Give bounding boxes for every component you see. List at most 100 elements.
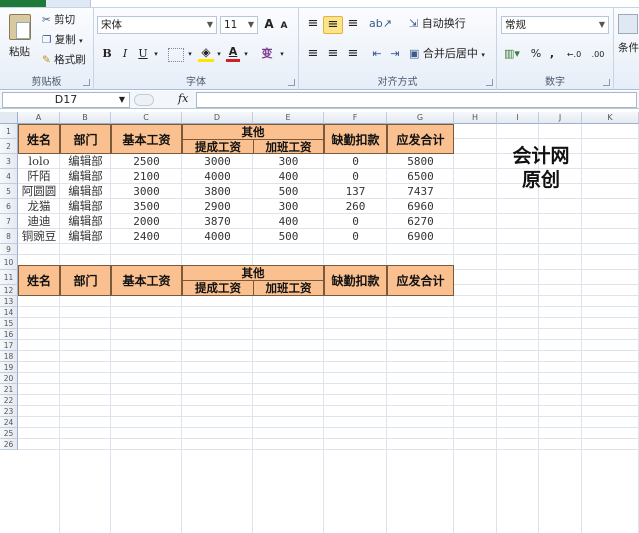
column-header-j[interactable]: J: [539, 112, 582, 124]
table-cell[interactable]: 0: [324, 214, 387, 229]
table-cell[interactable]: 500: [253, 229, 324, 244]
header-deduction[interactable]: 缺勤扣款: [324, 124, 387, 154]
row-header-26[interactable]: 26: [0, 439, 18, 450]
percent-button[interactable]: %: [529, 46, 543, 64]
table-cell[interactable]: 137: [324, 184, 387, 199]
chevron-down-icon[interactable]: ▾: [152, 46, 160, 64]
column-header-k[interactable]: K: [582, 112, 639, 124]
align-middle-icon[interactable]: ≡: [323, 16, 343, 34]
conditional-format-label[interactable]: 条件: [618, 40, 639, 55]
align-right-icon[interactable]: ≡: [345, 46, 361, 64]
column-header-b[interactable]: B: [60, 112, 111, 124]
phonetic-button[interactable]: 变: [258, 46, 276, 64]
table-cell[interactable]: 编辑部: [60, 214, 111, 229]
table-cell[interactable]: 4000: [182, 229, 253, 244]
align-top-icon[interactable]: ≡: [305, 16, 321, 34]
header-overtime[interactable]: 加班工资: [253, 139, 324, 154]
table-cell[interactable]: 260: [324, 199, 387, 214]
column-header-c[interactable]: C: [111, 112, 182, 124]
row-header-13[interactable]: 13: [0, 296, 18, 307]
column-header-i[interactable]: I: [497, 112, 539, 124]
table-cell[interactable]: 0: [324, 154, 387, 169]
copy-button[interactable]: ❐ 复制 ▾: [42, 32, 83, 47]
header-dept[interactable]: 部门: [60, 124, 111, 154]
table-cell[interactable]: 编辑部: [60, 169, 111, 184]
align-left-icon[interactable]: ≡: [305, 46, 321, 64]
column-header-g[interactable]: G: [387, 112, 454, 124]
table-cell[interactable]: 0: [324, 229, 387, 244]
table-cell[interactable]: 2900: [182, 199, 253, 214]
row-header-25[interactable]: 25: [0, 428, 18, 439]
header-name[interactable]: 姓名: [18, 265, 60, 296]
table-cell[interactable]: 7437: [387, 184, 454, 199]
row-header-16[interactable]: 16: [0, 329, 18, 340]
table-cell[interactable]: 3000: [111, 184, 182, 199]
table-cell[interactable]: 阡陌: [18, 169, 60, 184]
font-name-select[interactable]: 宋体 ▼: [97, 16, 217, 34]
header-other[interactable]: 其他: [182, 124, 324, 140]
table-cell[interactable]: 2500: [111, 154, 182, 169]
table-cell[interactable]: 6500: [387, 169, 454, 184]
file-tab[interactable]: [0, 0, 46, 7]
row-header-2[interactable]: 2: [0, 139, 18, 154]
row-header-23[interactable]: 23: [0, 406, 18, 417]
cut-button[interactable]: ✂ 剪切: [42, 12, 75, 27]
row-header-6[interactable]: 6: [0, 199, 18, 214]
row-header-3[interactable]: 3: [0, 154, 18, 169]
header-commission[interactable]: 提成工资: [182, 139, 254, 154]
table-cell[interactable]: 5800: [387, 154, 454, 169]
header-base-salary[interactable]: 基本工资: [111, 265, 182, 296]
table-cell[interactable]: 400: [253, 214, 324, 229]
table-cell[interactable]: 编辑部: [60, 184, 111, 199]
header-deduction[interactable]: 缺勤扣款: [324, 265, 387, 296]
select-all-corner[interactable]: [0, 112, 18, 124]
chevron-down-icon[interactable]: ▾: [215, 46, 223, 64]
row-header-9[interactable]: 9: [0, 244, 18, 255]
column-header-e[interactable]: E: [253, 112, 324, 124]
format-painter-button[interactable]: ✎ 格式刷: [42, 52, 86, 67]
decrease-indent-icon[interactable]: ⇤: [369, 46, 385, 64]
row-header-11[interactable]: 11: [0, 270, 18, 285]
bold-button[interactable]: B: [100, 46, 114, 64]
table-cell[interactable]: 迪迪: [18, 214, 60, 229]
row-header-14[interactable]: 14: [0, 307, 18, 318]
grow-font-button[interactable]: A: [262, 16, 276, 34]
table-cell[interactable]: 3870: [182, 214, 253, 229]
row-header-22[interactable]: 22: [0, 395, 18, 406]
wrap-text-button[interactable]: ⇲ 自动换行: [409, 16, 495, 34]
row-header-5[interactable]: 5: [0, 184, 18, 199]
increase-indent-icon[interactable]: ⇥: [387, 46, 403, 64]
row-header-7[interactable]: 7: [0, 214, 18, 229]
table-cell[interactable]: 6900: [387, 229, 454, 244]
alignment-launcher-icon[interactable]: [486, 79, 493, 86]
table-cell[interactable]: 编辑部: [60, 154, 111, 169]
table-cell[interactable]: 编辑部: [60, 229, 111, 244]
table-cell[interactable]: 300: [253, 199, 324, 214]
header-commission[interactable]: 提成工资: [182, 280, 254, 296]
orientation-icon[interactable]: ab↗: [369, 16, 392, 34]
borders-icon[interactable]: [168, 48, 184, 62]
table-cell[interactable]: 3500: [111, 199, 182, 214]
font-color-button[interactable]: A: [226, 44, 240, 62]
table-cell[interactable]: 编辑部: [60, 199, 111, 214]
table-cell[interactable]: 400: [253, 169, 324, 184]
table-cell[interactable]: 4000: [182, 169, 253, 184]
header-total[interactable]: 应发合计: [387, 265, 454, 296]
table-cell[interactable]: 500: [253, 184, 324, 199]
italic-button[interactable]: I: [118, 46, 132, 64]
row-header-8[interactable]: 8: [0, 229, 18, 244]
table-cell[interactable]: 阿圆圆: [18, 184, 60, 199]
header-other[interactable]: 其他: [182, 265, 324, 281]
table-cell[interactable]: lolo: [18, 154, 60, 169]
table-cell[interactable]: 2100: [111, 169, 182, 184]
clipboard-launcher-icon[interactable]: [83, 79, 90, 86]
align-bottom-icon[interactable]: ≡: [345, 16, 361, 34]
formula-bar-toggle[interactable]: [134, 94, 154, 106]
chevron-down-icon[interactable]: ▼: [119, 93, 125, 107]
row-header-10[interactable]: 10: [0, 255, 18, 270]
column-header-f[interactable]: F: [324, 112, 387, 124]
comma-button[interactable]: ,: [547, 46, 557, 64]
row-header-12[interactable]: 12: [0, 285, 18, 296]
insert-function-icon[interactable]: fx: [178, 92, 188, 105]
formula-input[interactable]: [196, 92, 637, 108]
